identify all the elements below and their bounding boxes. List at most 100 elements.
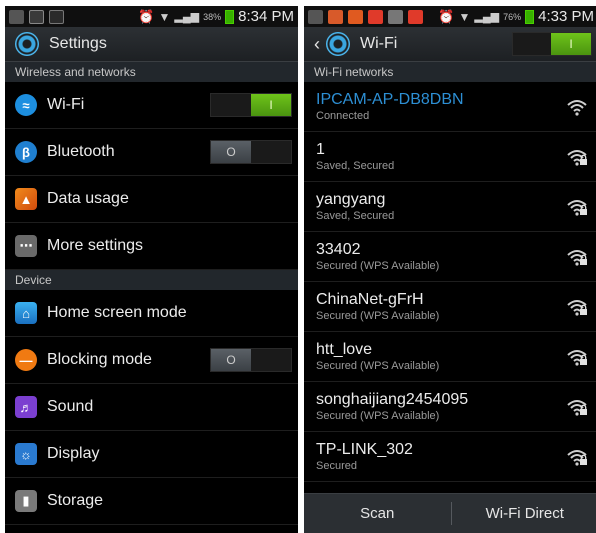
network-text: 33402 Secured (WPS Available) (316, 240, 566, 273)
status-bar: ⏰ ▼ ▂▄▆ 76% 4:33 PM (304, 6, 596, 27)
setting-row-sound[interactable]: ♬ Sound (5, 384, 298, 431)
setting-row-more-settings[interactable]: ⋯ More settings (5, 223, 298, 270)
network-text: songhaijiang2454095 Secured (WPS Availabl… (316, 390, 566, 423)
network-row[interactable]: 33402 Secured (WPS Available) (304, 232, 596, 282)
sound-icon: ♬ (15, 396, 37, 418)
network-row[interactable]: htt_love Secured (WPS Available) (304, 332, 596, 382)
bluetooth-toggle[interactable]: O (210, 140, 292, 164)
toggle-knob: O (211, 349, 251, 371)
signal-icon: ▂▄▆ (474, 11, 500, 23)
battery-percent: 38% (203, 11, 222, 22)
more-icon: ⋯ (15, 235, 37, 257)
app-notification-icon (328, 9, 343, 24)
app-notification-icon (368, 9, 383, 24)
storage-icon: ▮ (15, 490, 37, 512)
battery-percent: 76% (503, 11, 522, 22)
wifi-signal-icon (567, 99, 587, 116)
network-text: IPCAM-AP-DB8DBN Connected (316, 90, 566, 123)
page-title: Wi-Fi (360, 35, 398, 52)
network-row[interactable]: IPCAM-AP-DB8DBN Connected (304, 82, 596, 132)
mail-icon (388, 9, 403, 24)
network-status: Secured (WPS Available) (316, 260, 440, 272)
toggle-knob: O (211, 141, 251, 163)
network-name: IPCAM-AP-DB8DBN (316, 91, 464, 108)
setting-row-bluetooth[interactable]: β Bluetooth O (5, 129, 298, 176)
section-header-networks: Wi-Fi networks (304, 62, 596, 82)
wifi-signal-locked-icon (567, 249, 587, 266)
setting-row-storage[interactable]: ▮ Storage (5, 478, 298, 525)
network-status: Saved, Secured (316, 160, 395, 172)
setting-label: Data usage (47, 190, 129, 207)
gallery-icon (49, 9, 64, 24)
network-text: htt_love Secured (WPS Available) (316, 340, 566, 373)
wifi-signal-locked-icon (567, 449, 587, 466)
network-text: ChinaNet-gFrH Secured (WPS Available) (316, 290, 566, 323)
network-row[interactable]: yangyang Saved, Secured (304, 182, 596, 232)
scan-button[interactable]: Scan (304, 494, 451, 533)
wifi-toggle[interactable]: I (210, 93, 292, 117)
setting-row-wifi[interactable]: ≈ Wi-Fi I (5, 82, 298, 129)
wifi-icon: ≈ (15, 94, 37, 116)
status-bar: ⏰ ▼ ▂▄▆ 38% 8:34 PM (5, 6, 298, 27)
network-status: Secured (WPS Available) (316, 410, 440, 422)
wifi-screen: ⏰ ▼ ▂▄▆ 76% 4:33 PM ‹ Wi-Fi I Wi-Fi netw… (304, 6, 596, 533)
wifi-signal-locked-icon (567, 199, 587, 216)
setting-row-display[interactable]: ☼ Display (5, 431, 298, 478)
settings-gear-icon (15, 32, 39, 56)
network-status: Saved, Secured (316, 210, 395, 222)
settings-gear-icon (326, 32, 350, 56)
section-header-device: Device (5, 270, 298, 290)
notification-icon (308, 9, 323, 24)
app-notification-icon (408, 9, 423, 24)
network-name: htt_love (316, 341, 373, 358)
back-chevron-icon[interactable]: ‹ (314, 34, 320, 55)
blocking-toggle[interactable]: O (210, 348, 292, 372)
alarm-icon: ⏰ (438, 8, 455, 24)
wifi-status-icon: ▼ (158, 9, 171, 24)
network-row[interactable]: 1 Saved, Secured (304, 132, 596, 182)
status-time: 4:33 PM (538, 8, 594, 25)
setting-label: Storage (47, 492, 104, 509)
network-row[interactable]: TP-LINK_302 Secured (304, 432, 596, 482)
settings-screen: ⏰ ▼ ▂▄▆ 38% 8:34 PM Settings Wireless an… (5, 6, 298, 533)
setting-row-data-usage[interactable]: ▲ Data usage (5, 176, 298, 223)
data-usage-icon: ▲ (15, 188, 37, 210)
wifi-signal-locked-icon (567, 349, 587, 366)
setting-row-blocking-mode[interactable]: — Blocking mode O (5, 337, 298, 384)
display-icon: ☼ (15, 443, 37, 465)
home-icon: ⌂ (15, 302, 37, 324)
network-status: Secured (WPS Available) (316, 310, 440, 322)
alarm-icon: ⏰ (138, 8, 155, 24)
action-bar: ‹ Wi-Fi I (304, 27, 596, 62)
setting-label: Sound (47, 398, 94, 415)
network-status: Secured (WPS Available) (316, 360, 440, 372)
page-title: Settings (49, 35, 107, 52)
wifi-master-toggle[interactable]: I (512, 32, 592, 56)
network-row[interactable]: songhaijiang2454095 Secured (WPS Availabl… (304, 382, 596, 432)
wifi-signal-locked-icon (567, 299, 587, 316)
network-list: IPCAM-AP-DB8DBN Connected 1 Saved, Secured y… (304, 82, 596, 482)
network-text: 1 Saved, Secured (316, 140, 566, 173)
section-header-wireless: Wireless and networks (5, 62, 298, 82)
setting-row-home-screen-mode[interactable]: ⌂ Home screen mode (5, 290, 298, 337)
network-text: TP-LINK_302 Secured (316, 440, 566, 473)
wifi-status-icon: ▼ (458, 9, 471, 24)
wifi-direct-button[interactable]: Wi-Fi Direct (452, 494, 596, 533)
network-name: songhaijiang2454095 (316, 391, 469, 408)
battery-icon (525, 9, 535, 24)
setting-label: Wi-Fi (47, 96, 85, 113)
network-status: Secured (316, 460, 357, 472)
network-name: yangyang (316, 191, 386, 208)
bluetooth-icon: β (15, 141, 37, 163)
network-row[interactable]: ChinaNet-gFrH Secured (WPS Available) (304, 282, 596, 332)
setting-label: More settings (47, 237, 144, 254)
network-status: Connected (316, 110, 370, 122)
status-time: 8:34 PM (238, 8, 294, 25)
signal-icon: ▂▄▆ (174, 11, 200, 23)
network-text: yangyang Saved, Secured (316, 190, 566, 223)
notification-icon (9, 9, 24, 24)
blocking-icon: — (15, 349, 37, 371)
app-notification-icon (348, 9, 363, 24)
wifi-signal-locked-icon (567, 399, 587, 416)
setting-label: Bluetooth (47, 143, 115, 160)
